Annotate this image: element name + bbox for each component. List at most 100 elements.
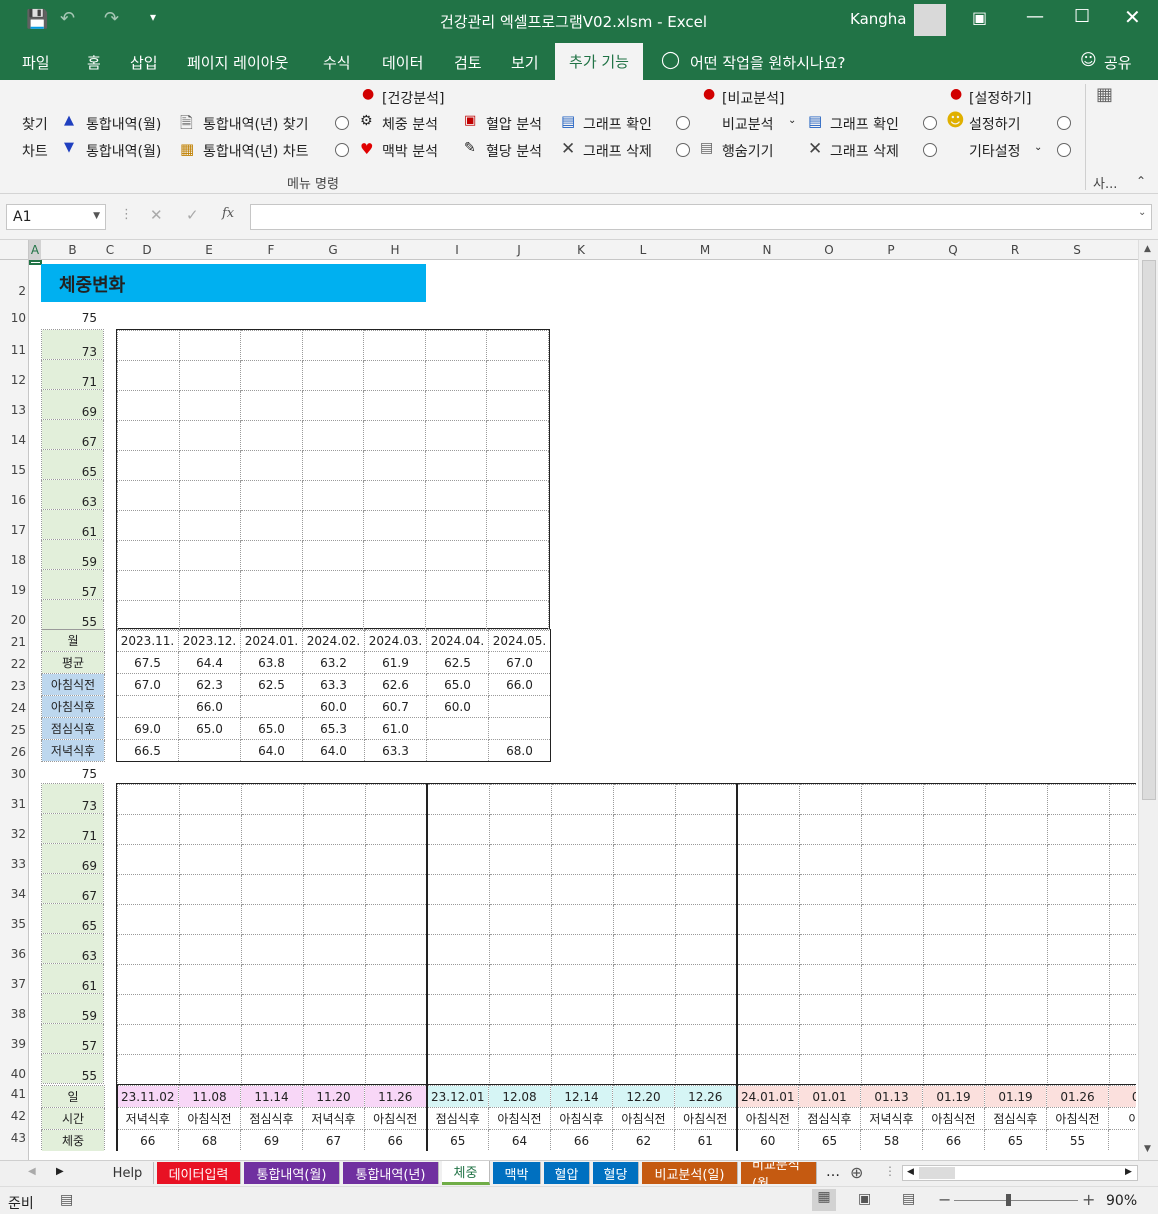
row-11[interactable]: 11 [0,343,26,357]
pulse-analysis-button[interactable]: 맥박 분석 [382,141,438,161]
col-R[interactable]: R [984,240,1046,260]
tab-review[interactable]: 검토 [454,52,482,73]
hscroll-thumb[interactable] [919,1167,955,1179]
zoom-in-icon[interactable]: + [1082,1190,1095,1209]
row-38[interactable]: 38 [0,1007,26,1021]
graph-check-button[interactable]: 그래프 확인 [583,114,652,134]
hscroll-right-icon[interactable]: ▶ [1125,1167,1132,1177]
row-39[interactable]: 39 [0,1037,26,1051]
col-F[interactable]: F [240,240,302,260]
row-30[interactable]: 30 [0,767,26,781]
radio-7[interactable] [1057,116,1071,134]
row-23[interactable]: 23 [0,679,26,693]
sheet-tab-bp[interactable]: 혈압 [544,1162,590,1184]
col-E[interactable]: E [178,240,240,260]
row-31[interactable]: 31 [0,797,26,811]
undo-icon[interactable]: ↶ [60,8,75,29]
splitter-icon[interactable]: ⋮ [884,1164,896,1178]
bp-analysis-button[interactable]: 혈압 분석 [486,114,542,134]
weight-analysis-button[interactable]: 체중 분석 [382,114,438,134]
share-button[interactable]: 공유 [1104,52,1132,73]
col-P[interactable]: P [860,240,922,260]
row-12[interactable]: 12 [0,373,26,387]
col-B[interactable]: B [41,240,104,260]
maximize-icon[interactable]: ☐ [1074,6,1090,27]
tab-next-icon[interactable]: ▶ [56,1166,64,1177]
formula-input[interactable] [250,204,1152,230]
customize-qat-icon[interactable]: ▾ [150,10,156,24]
worksheet[interactable]: A B C D E F G H I J K L M N O P Q R S 2 … [0,240,1158,1160]
col-A[interactable]: A [29,240,41,260]
graph-check-button-2[interactable]: 그래프 확인 [830,114,899,134]
enter-icon[interactable]: ✓ [186,206,199,224]
page-break-icon[interactable]: ▤ [902,1191,915,1207]
sheet-tab-weight[interactable]: 체중 [442,1161,490,1185]
zoom-level[interactable]: 90% [1106,1193,1137,1209]
radio-1[interactable] [335,116,349,134]
page-layout-icon[interactable]: ▣ [858,1191,871,1207]
row-42[interactable]: 42 [0,1109,26,1123]
row-10[interactable]: 10 [0,311,26,325]
tab-home[interactable]: 홈 [87,52,101,73]
tab-page-layout[interactable]: 페이지 레이아웃 [187,52,288,73]
col-S[interactable]: S [1046,240,1108,260]
col-N[interactable]: N [736,240,798,260]
sheet-tab-compare-monthly[interactable]: 비교분석(월 [741,1162,817,1184]
close-icon[interactable]: ✕ [1124,5,1141,29]
scroll-up-icon[interactable]: ▲ [1144,244,1151,254]
tell-me-input[interactable]: 어떤 작업을 원하시나요? [690,52,846,73]
select-all-corner[interactable] [0,240,29,260]
monthly-find-button[interactable]: 통합내역(월) [86,114,161,134]
row-19[interactable]: 19 [0,583,26,597]
row-22[interactable]: 22 [0,657,26,671]
scroll-thumb[interactable] [1142,260,1156,800]
chart-button[interactable]: 차트 [22,141,48,161]
row-17[interactable]: 17 [0,523,26,537]
collapse-ribbon-icon[interactable]: ⌃ [1136,174,1146,188]
tab-data[interactable]: 데이터 [382,52,423,73]
sheet-tab-sugar[interactable]: 혈당 [593,1162,639,1184]
yearly-chart-button[interactable]: 통합내역(년) 차트 [203,141,309,161]
grid-icon[interactable]: ▦ [1096,84,1113,105]
row-26[interactable]: 26 [0,745,26,759]
row-34[interactable]: 34 [0,887,26,901]
normal-view-icon[interactable]: ▦ [812,1189,836,1211]
row-18[interactable]: 18 [0,553,26,567]
scroll-down-icon[interactable]: ▼ [1144,1144,1151,1154]
col-L[interactable]: L [612,240,674,260]
sugar-analysis-button[interactable]: 혈당 분석 [486,141,542,161]
tab-view[interactable]: 보기 [511,52,539,73]
macro-record-icon[interactable]: ▤ [60,1192,73,1208]
col-G[interactable]: G [302,240,364,260]
col-H[interactable]: H [364,240,426,260]
expand-formula-icon[interactable]: ⌄ [1138,207,1146,218]
yearly-find-button[interactable]: 통합내역(년) 찾기 [203,114,309,134]
hide-rows-button[interactable]: 행숨기기 [722,141,774,161]
settings-button[interactable]: 설정하기 [969,114,1021,134]
graph-delete-button[interactable]: 그래프 삭제 [583,141,652,161]
other-settings-dropdown[interactable]: 기타설정 [969,141,1021,161]
row-35[interactable]: 35 [0,917,26,931]
new-sheet-icon[interactable]: ⊕ [850,1163,863,1182]
row-43[interactable]: 43 [0,1131,26,1145]
sheet-tab-help[interactable]: Help [102,1162,154,1184]
row-16[interactable]: 16 [0,493,26,507]
col-D[interactable]: D [116,240,178,260]
row-24[interactable]: 24 [0,701,26,715]
minimize-icon[interactable]: — [1026,6,1044,27]
radio-3[interactable] [676,116,690,134]
row-20[interactable]: 20 [0,613,26,627]
hscroll-left-icon[interactable]: ◀ [907,1167,914,1177]
tab-formulas[interactable]: 수식 [323,52,351,73]
radio-6[interactable] [923,143,937,161]
more-tabs-icon[interactable]: … [826,1164,840,1180]
zoom-out-icon[interactable]: − [938,1190,951,1209]
avatar[interactable] [914,4,946,36]
user-name[interactable]: Kangha [850,10,907,28]
insert-function-icon[interactable]: fx [222,206,234,221]
col-K[interactable]: K [550,240,612,260]
col-C[interactable]: C [104,240,116,260]
sheet-tab-monthly[interactable]: 통합내역(월) [244,1162,340,1184]
row-25[interactable]: 25 [0,723,26,737]
col-J[interactable]: J [488,240,550,260]
